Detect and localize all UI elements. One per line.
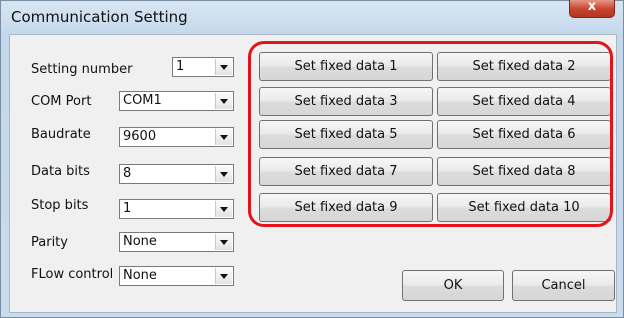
flow-control-label: FLow control xyxy=(31,267,114,282)
data-bits-select[interactable]: 8 xyxy=(119,164,234,184)
highlight-outline xyxy=(248,41,613,227)
stop-bits-label: Stop bits xyxy=(31,198,89,213)
ok-button[interactable]: OK xyxy=(402,270,504,301)
stop-bits-select[interactable]: 1 xyxy=(119,199,234,219)
data-bits-label: Data bits xyxy=(31,164,90,179)
parity-value: None xyxy=(123,234,157,249)
chevron-down-icon[interactable] xyxy=(215,201,232,217)
flow-control-value: None xyxy=(123,268,157,283)
parity-label: Parity xyxy=(31,235,68,250)
chevron-down-icon[interactable] xyxy=(215,234,232,250)
chevron-down-icon[interactable] xyxy=(215,93,232,109)
baudrate-select[interactable]: 9600 xyxy=(119,127,234,147)
chevron-down-icon[interactable] xyxy=(215,59,232,75)
data-bits-value: 8 xyxy=(123,166,132,181)
setting-number-value: 1 xyxy=(176,59,185,74)
com-port-label: COM Port xyxy=(31,94,92,109)
chevron-down-icon[interactable] xyxy=(215,268,232,284)
stop-bits-value: 1 xyxy=(123,201,132,216)
chevron-down-icon[interactable] xyxy=(215,129,232,145)
flow-control-select[interactable]: None xyxy=(119,266,234,286)
parity-select[interactable]: None xyxy=(119,232,234,252)
com-port-select[interactable]: COM1 xyxy=(119,91,234,111)
com-port-value: COM1 xyxy=(123,93,162,108)
cancel-button[interactable]: Cancel xyxy=(512,270,615,301)
setting-number-label: Setting number xyxy=(31,62,133,77)
close-button[interactable]: x xyxy=(569,0,615,18)
setting-number-select[interactable]: 1 xyxy=(172,57,234,77)
dialog-title: Communication Setting xyxy=(11,8,188,26)
chevron-down-icon[interactable] xyxy=(215,166,232,182)
baudrate-value: 9600 xyxy=(123,129,157,144)
baudrate-label: Baudrate xyxy=(31,127,91,142)
dialog-window: Communication Setting x Setting number 1… xyxy=(0,0,624,318)
